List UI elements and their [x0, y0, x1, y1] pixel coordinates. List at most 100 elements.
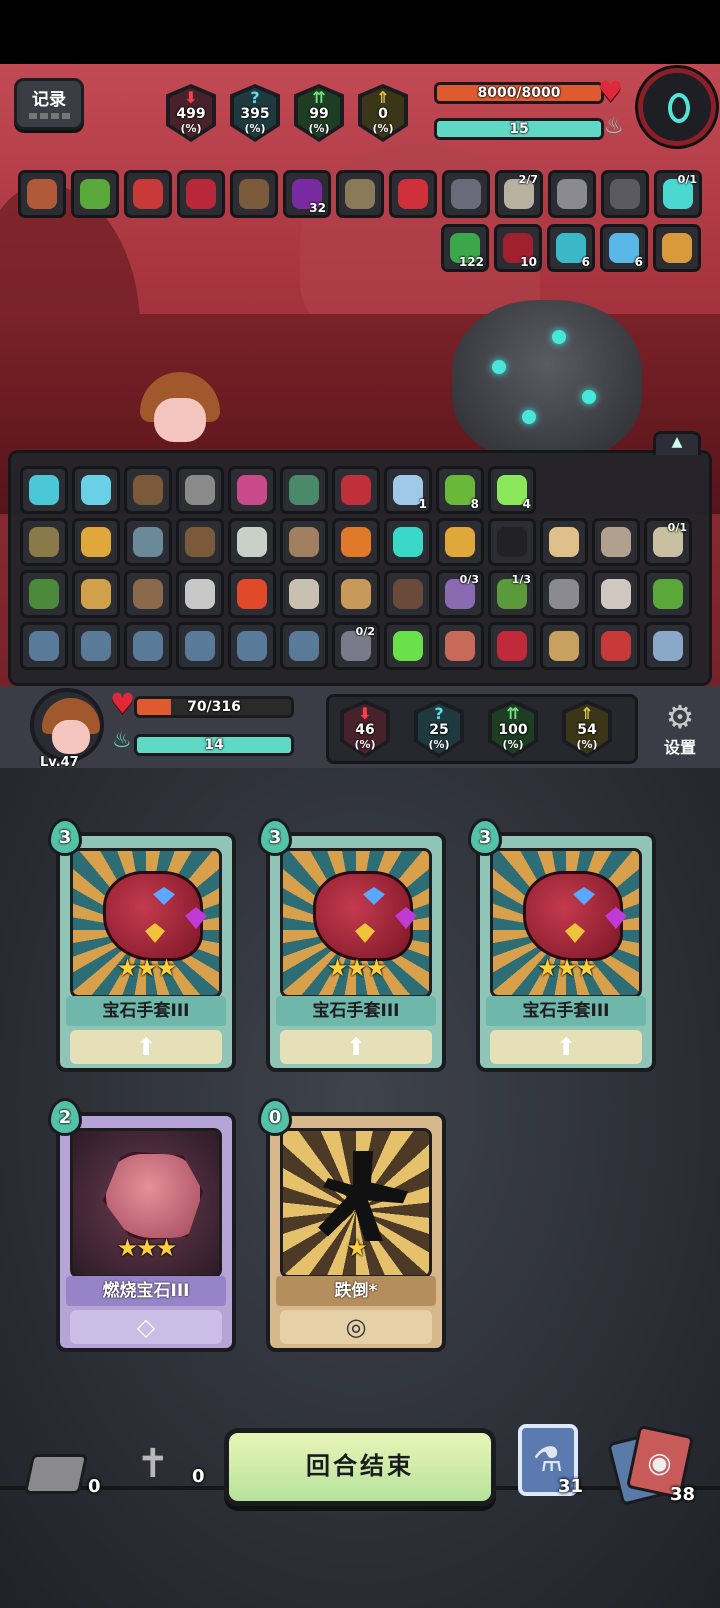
crystal-ball-slot[interactable] [72, 466, 120, 514]
teal-orb-slot[interactable] [384, 518, 432, 566]
idol-slot[interactable] [280, 466, 328, 514]
fish-slot[interactable] [20, 570, 68, 618]
hourglass-slot[interactable] [540, 622, 588, 670]
locked-slot-slot[interactable] [228, 622, 276, 670]
bomb-slot[interactable] [332, 518, 380, 566]
broom-slot[interactable] [72, 570, 120, 618]
enemy-portrait[interactable] [638, 68, 716, 146]
freeze-slot[interactable]: 6 [600, 224, 648, 272]
card-illustration [103, 1151, 203, 1241]
goggles-slot[interactable] [124, 518, 172, 566]
apple-slot[interactable] [228, 570, 276, 618]
record-button[interactable]: 记录 [14, 78, 84, 130]
player-avatar[interactable] [30, 688, 104, 762]
graveyard-pile[interactable]: ✝ 0 [126, 1432, 216, 1502]
locked-slot-icon [185, 631, 215, 661]
apple-icon [237, 579, 267, 609]
pocket-watch-slot[interactable]: 2/7 [495, 170, 543, 218]
card-cost: 3 [468, 818, 502, 856]
spellbook-slot[interactable]: 0/3 [436, 570, 484, 618]
fan-slot[interactable] [548, 170, 596, 218]
green-vial-slot[interactable] [384, 622, 432, 670]
red-glove-slot[interactable] [332, 466, 380, 514]
meat-slot[interactable] [18, 170, 66, 218]
magnifier-slot[interactable]: 0/1 [644, 518, 692, 566]
boxing-glove-icon [186, 179, 216, 209]
golden-horn-slot[interactable] [72, 518, 120, 566]
teacup-slot[interactable] [592, 570, 640, 618]
red-flute-slot[interactable] [592, 622, 640, 670]
hand-card[interactable]: ★★★ 燃烧宝石III ◇ 2 [48, 1098, 236, 1352]
potion-pile[interactable]: ⚗ 31 [518, 1424, 588, 1500]
grenade-slot[interactable] [540, 570, 588, 618]
hand-card[interactable]: ★ 跌倒* ◎ 0 [258, 1098, 446, 1352]
settings-label: 设置 [663, 738, 696, 757]
boss-sprite[interactable] [452, 300, 642, 460]
locked-slot-slot[interactable] [176, 622, 224, 670]
target-slot[interactable]: 6 [547, 224, 595, 272]
red-bottle-slot[interactable] [389, 170, 437, 218]
locked-slot-icon [133, 631, 163, 661]
hand-card[interactable]: ★★★ 宝石手套III ⬆ 3 [468, 818, 656, 1072]
idol-icon [289, 475, 319, 505]
tea-pot-icon [185, 579, 215, 609]
boxing-glove-slot[interactable] [177, 170, 225, 218]
green-beam-slot[interactable]: 4 [488, 466, 536, 514]
green-blob-slot[interactable]: 8 [436, 466, 484, 514]
ghost-slot[interactable] [228, 518, 276, 566]
locked-slot-slot[interactable] [124, 622, 172, 670]
gnome-slot[interactable] [280, 518, 328, 566]
ring-slot[interactable]: 0/1 [654, 170, 702, 218]
locked-slot-slot[interactable] [72, 622, 120, 670]
viking-slot[interactable] [592, 518, 640, 566]
ham-slot[interactable] [436, 622, 484, 670]
shield-slot[interactable]: 1 [384, 466, 432, 514]
hand-card[interactable]: ★★★ 宝石手套III ⬆ 3 [48, 818, 236, 1072]
exhaust-pile[interactable]: 0 [23, 1448, 104, 1508]
egg-slot[interactable] [228, 466, 276, 514]
horn-slot[interactable] [653, 224, 701, 272]
tea-pot-slot[interactable] [176, 570, 224, 618]
owl-icon [239, 179, 269, 209]
trap-slot[interactable] [176, 466, 224, 514]
owl-slot[interactable] [230, 170, 278, 218]
straw-hat-slot[interactable] [332, 570, 380, 618]
red-gauntlet-slot[interactable] [488, 622, 536, 670]
card-stars: ★★★ [116, 954, 178, 982]
black-hat-slot[interactable] [488, 518, 536, 566]
ice-crystal-slot[interactable] [20, 466, 68, 514]
pouch-slot[interactable] [124, 466, 172, 514]
attack-value: 499 [176, 106, 206, 122]
owl-slot[interactable] [176, 518, 224, 566]
locked-slot-slot[interactable] [280, 622, 328, 670]
potion-slot[interactable] [540, 518, 588, 566]
poison-skull-slot[interactable]: 122 [441, 224, 489, 272]
inventory-collapse-button[interactable]: ▲ [653, 431, 701, 455]
green-slime-slot[interactable] [71, 170, 119, 218]
enemy-energy-bar: 15 [434, 118, 604, 140]
green-slime-slot[interactable] [644, 570, 692, 618]
player-energy-bar: 14 [134, 734, 294, 756]
locked-slot-slot[interactable] [20, 622, 68, 670]
log-slot[interactable] [384, 570, 432, 618]
attack-down-slot[interactable]: 32 [283, 170, 331, 218]
armor-slot[interactable]: 0/2 [332, 622, 380, 670]
golden-horn-slot[interactable] [436, 518, 484, 566]
draw-deck[interactable]: ◉ 38 [607, 1424, 710, 1506]
book-slot[interactable] [336, 170, 384, 218]
end-turn-button[interactable]: 回合结束 [224, 1428, 496, 1506]
settings-button[interactable]: ⚙ 设置 [652, 700, 708, 764]
red-flute-slot[interactable] [124, 170, 172, 218]
horn-icon [662, 233, 692, 263]
wings-slot[interactable] [280, 570, 328, 618]
lamp-slot[interactable] [644, 622, 692, 670]
plant-slot[interactable]: 1/3 [488, 570, 536, 618]
turtle-slot[interactable] [20, 518, 68, 566]
claw-slot[interactable] [601, 170, 649, 218]
hand-card[interactable]: ★★★ 宝石手套III ⬆ 3 [258, 818, 446, 1072]
arrows-slot[interactable] [442, 170, 490, 218]
slot-count: 1 [418, 497, 427, 511]
owl-icon [185, 527, 215, 557]
bleed-slot[interactable]: 10 [494, 224, 542, 272]
shell-slot[interactable] [124, 570, 172, 618]
